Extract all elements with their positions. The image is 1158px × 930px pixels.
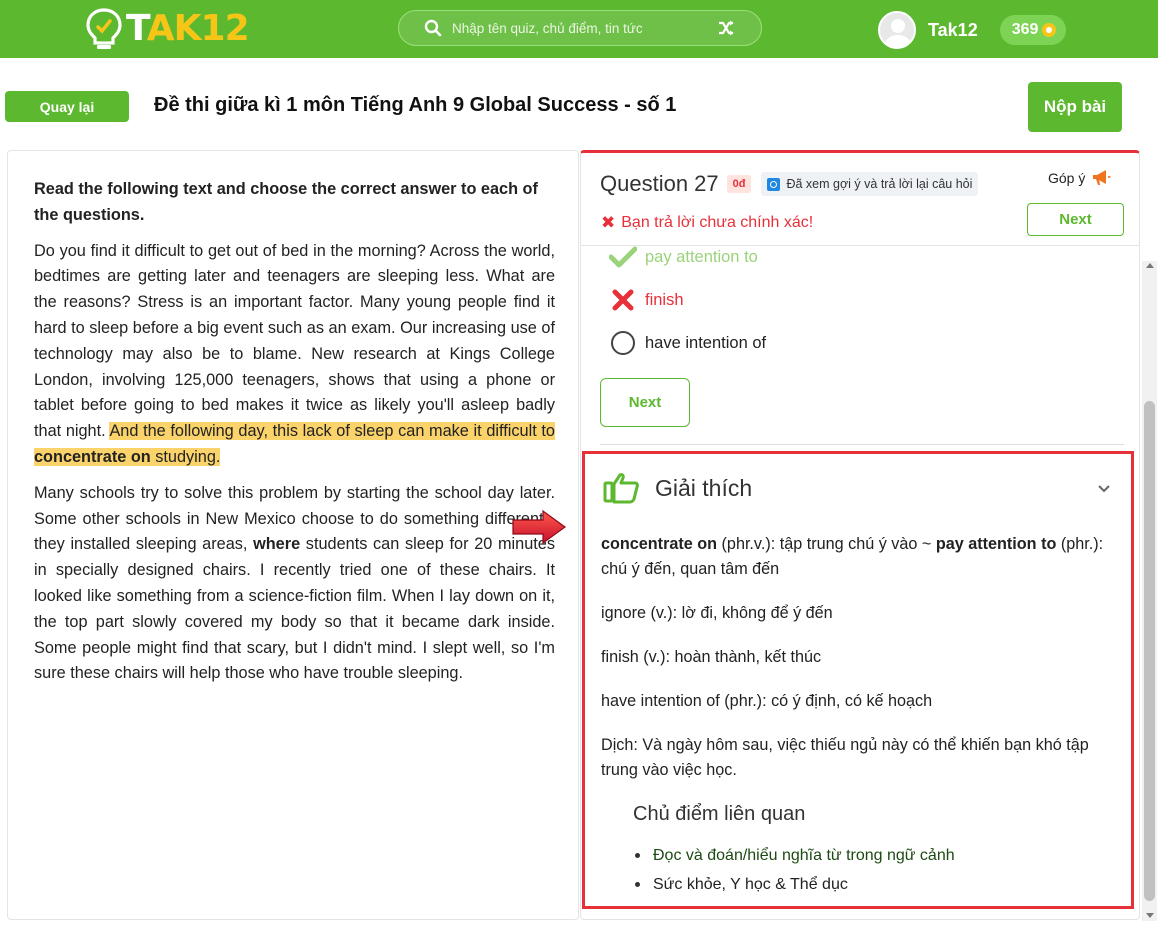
- passage-paragraph-1: Do you find it difficult to get out of b…: [34, 241, 555, 466]
- avatar[interactable]: [878, 11, 916, 49]
- question-panel: Question 27 0đ Đã xem gợi ý và trả lời l…: [580, 150, 1157, 921]
- top-header: TAK12 Nhập tên quiz, chủ điểm, tin tức T…: [0, 0, 1158, 58]
- answer-option-selected-wrong[interactable]: finish: [609, 288, 684, 312]
- related-topics-title: Chủ điểm liên quan: [633, 803, 806, 825]
- search-icon: [424, 19, 442, 37]
- back-button[interactable]: Quay lại: [5, 91, 129, 122]
- coin-count: 369: [1011, 21, 1039, 38]
- lightbulb-icon: [86, 8, 122, 49]
- passage-instruction: Read the following text and choose the c…: [34, 180, 538, 224]
- submit-button[interactable]: Nộp bài: [1028, 82, 1122, 132]
- page-title: Đề thi giữa kì 1 môn Tiếng Anh 9 Global …: [154, 94, 677, 116]
- error-x-icon: ✖: [601, 213, 616, 232]
- scroll-up-arrow-icon[interactable]: [1146, 263, 1154, 268]
- explanation-section: Giải thích concentrate on (phr.v.): tập …: [582, 451, 1134, 909]
- explanation-line: finish (v.): hoàn thành, kết thúc: [601, 648, 822, 666]
- highlighted-sentence: And the following day, this lack of slee…: [34, 422, 555, 466]
- question-header: Question 27 0đ Đã xem gợi ý và trả lời l…: [600, 171, 979, 197]
- related-topic-link[interactable]: Đọc và đoán/hiểu nghĩa từ trong ngữ cảnh: [633, 841, 1129, 870]
- feedback-button[interactable]: Góp ý: [1048, 169, 1111, 187]
- radio-icon: [609, 331, 637, 355]
- scroll-thumb[interactable]: [1144, 401, 1155, 901]
- explanation-line: have intention of (phr.): có ý định, có …: [601, 692, 933, 710]
- reading-passage-panel: Read the following text and choose the c…: [7, 150, 579, 920]
- incorrect-answer-message: ✖ Bạn trả lời chưa chính xác!: [601, 213, 814, 232]
- question-title: Question 27: [600, 171, 719, 196]
- coin-balance[interactable]: 369: [999, 15, 1067, 45]
- reading-passage: Read the following text and choose the c…: [34, 177, 555, 697]
- explanation-line: ignore (v.): lờ đi, không để ý đến: [601, 604, 833, 622]
- hint-status-badge: Đã xem gợi ý và trả lời lại câu hỏi: [761, 172, 979, 196]
- explanation-body: concentrate on (phr.v.): tập trung chú ý…: [601, 532, 1129, 899]
- scroll-down-arrow-icon[interactable]: [1146, 913, 1154, 918]
- passage-paragraph-2: Many schools try to solve this problem b…: [34, 483, 555, 683]
- pointing-hand-icon: [603, 473, 639, 504]
- search-input[interactable]: Nhập tên quiz, chủ điểm, tin tức: [398, 10, 762, 46]
- checkmark-icon: [609, 245, 637, 269]
- explanation-title: Giải thích: [655, 474, 753, 501]
- divider: [600, 444, 1124, 445]
- next-button[interactable]: Next: [600, 378, 690, 427]
- related-topic-link[interactable]: Sức khỏe, Y học & Thể dục: [633, 870, 1129, 899]
- user-menu[interactable]: Tak12 369: [878, 11, 1067, 49]
- cross-icon: [609, 288, 637, 312]
- scrollbar[interactable]: [1142, 261, 1157, 921]
- tak12-logo[interactable]: TAK12: [84, 4, 250, 54]
- chevron-down-icon[interactable]: [1097, 484, 1111, 494]
- megaphone-icon: [1093, 170, 1111, 185]
- search-placeholder: Nhập tên quiz, chủ điểm, tin tức: [452, 20, 643, 36]
- hint-icon: [767, 177, 781, 191]
- logo-wordmark: TAK12: [126, 8, 250, 49]
- username[interactable]: Tak12: [928, 20, 978, 41]
- target-phrase: concentrate on: [34, 447, 151, 466]
- red-arrow-icon: [512, 509, 567, 545]
- score-badge: 0đ: [726, 175, 752, 193]
- coin-icon: [1042, 23, 1057, 37]
- next-button-top[interactable]: Next: [1027, 203, 1124, 236]
- explanation-line: concentrate on (phr.v.): tập trung chú ý…: [601, 535, 1104, 578]
- answer-option[interactable]: have intention of: [609, 331, 766, 355]
- shuffle-icon[interactable]: [717, 19, 735, 37]
- related-topics-list: Đọc và đoán/hiểu nghĩa từ trong ngữ cảnh…: [633, 841, 1129, 899]
- answer-option-correct[interactable]: pay attention to: [609, 245, 758, 269]
- explanation-translation: Dịch: Và ngày hôm sau, việc thiếu ngủ nà…: [601, 736, 1089, 779]
- explanation-header[interactable]: Giải thích: [603, 472, 752, 504]
